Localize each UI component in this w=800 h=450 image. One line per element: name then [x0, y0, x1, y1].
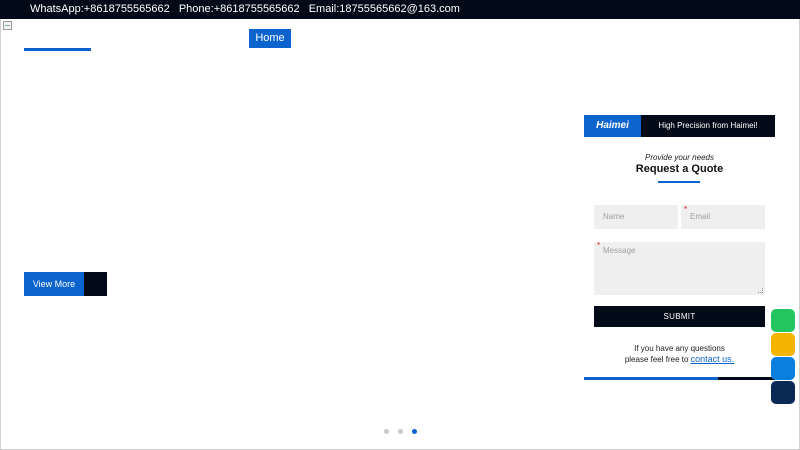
- nav-home-button[interactable]: Home: [249, 29, 291, 48]
- view-more-arrow-icon[interactable]: [84, 272, 107, 296]
- help-line-2-text: please feel free to: [624, 355, 689, 364]
- view-more-label[interactable]: View More: [24, 272, 84, 296]
- panel-bottom-dark: [718, 377, 775, 380]
- slider-dot-1[interactable]: [384, 429, 389, 434]
- message-placeholder: Message: [603, 246, 636, 255]
- floating-contact-buttons: [771, 309, 795, 405]
- blue-contact-button[interactable]: [771, 357, 795, 380]
- quote-panel-header: Haimei High Precision from Haimei!: [584, 115, 775, 137]
- submit-button[interactable]: SUBMIT: [594, 306, 765, 327]
- view-more-button[interactable]: View More: [24, 272, 107, 296]
- name-field[interactable]: Name: [594, 205, 678, 229]
- panel-bottom-bar: [584, 377, 775, 380]
- help-line-2: please feel free to contact us.: [584, 354, 775, 365]
- brand-tagline: High Precision from Haimei!: [641, 115, 775, 137]
- green-contact-button[interactable]: [771, 309, 795, 332]
- contact-us-link[interactable]: contact us.: [691, 354, 735, 364]
- whatsapp-contact[interactable]: WhatsApp:+8618755565662: [30, 3, 170, 15]
- yellow-contact-button[interactable]: [771, 333, 795, 356]
- title-underline: [658, 181, 700, 183]
- broken-logo-image-icon[interactable]: [3, 21, 12, 30]
- slider-dot-3-active[interactable]: [412, 429, 417, 434]
- panel-bottom-accent: [584, 377, 718, 380]
- top-contact-bar: WhatsApp:+8618755565662 Phone:+861875556…: [0, 0, 800, 19]
- phone-contact[interactable]: Phone:+8618755565662: [179, 3, 300, 15]
- slider-dot-2[interactable]: [398, 429, 403, 434]
- email-placeholder: Email: [690, 212, 711, 221]
- email-field[interactable]: * Email: [681, 205, 765, 229]
- contact-info: WhatsApp:+8618755565662 Phone:+861875556…: [30, 0, 466, 19]
- provide-needs-text: Provide your needs: [645, 153, 714, 162]
- help-line-1: If you have any questions: [634, 344, 725, 353]
- quote-form-panel: Haimei High Precision from Haimei! Provi…: [584, 115, 775, 381]
- slider-pagination: [384, 429, 417, 434]
- email-required-mark: *: [684, 205, 688, 214]
- resize-grip-icon[interactable]: [758, 288, 763, 293]
- message-required-mark: *: [597, 241, 601, 250]
- name-placeholder: Name: [603, 212, 625, 221]
- message-field[interactable]: * Message: [594, 241, 765, 295]
- logo-underline: [24, 48, 91, 51]
- quote-form-title: Request a Quote: [635, 163, 724, 175]
- email-contact[interactable]: Email:18755565662@163.com: [309, 3, 460, 15]
- brand-label: Haimei: [584, 115, 641, 137]
- help-text: If you have any questions please feel fr…: [584, 344, 775, 365]
- navy-contact-button[interactable]: [771, 381, 795, 404]
